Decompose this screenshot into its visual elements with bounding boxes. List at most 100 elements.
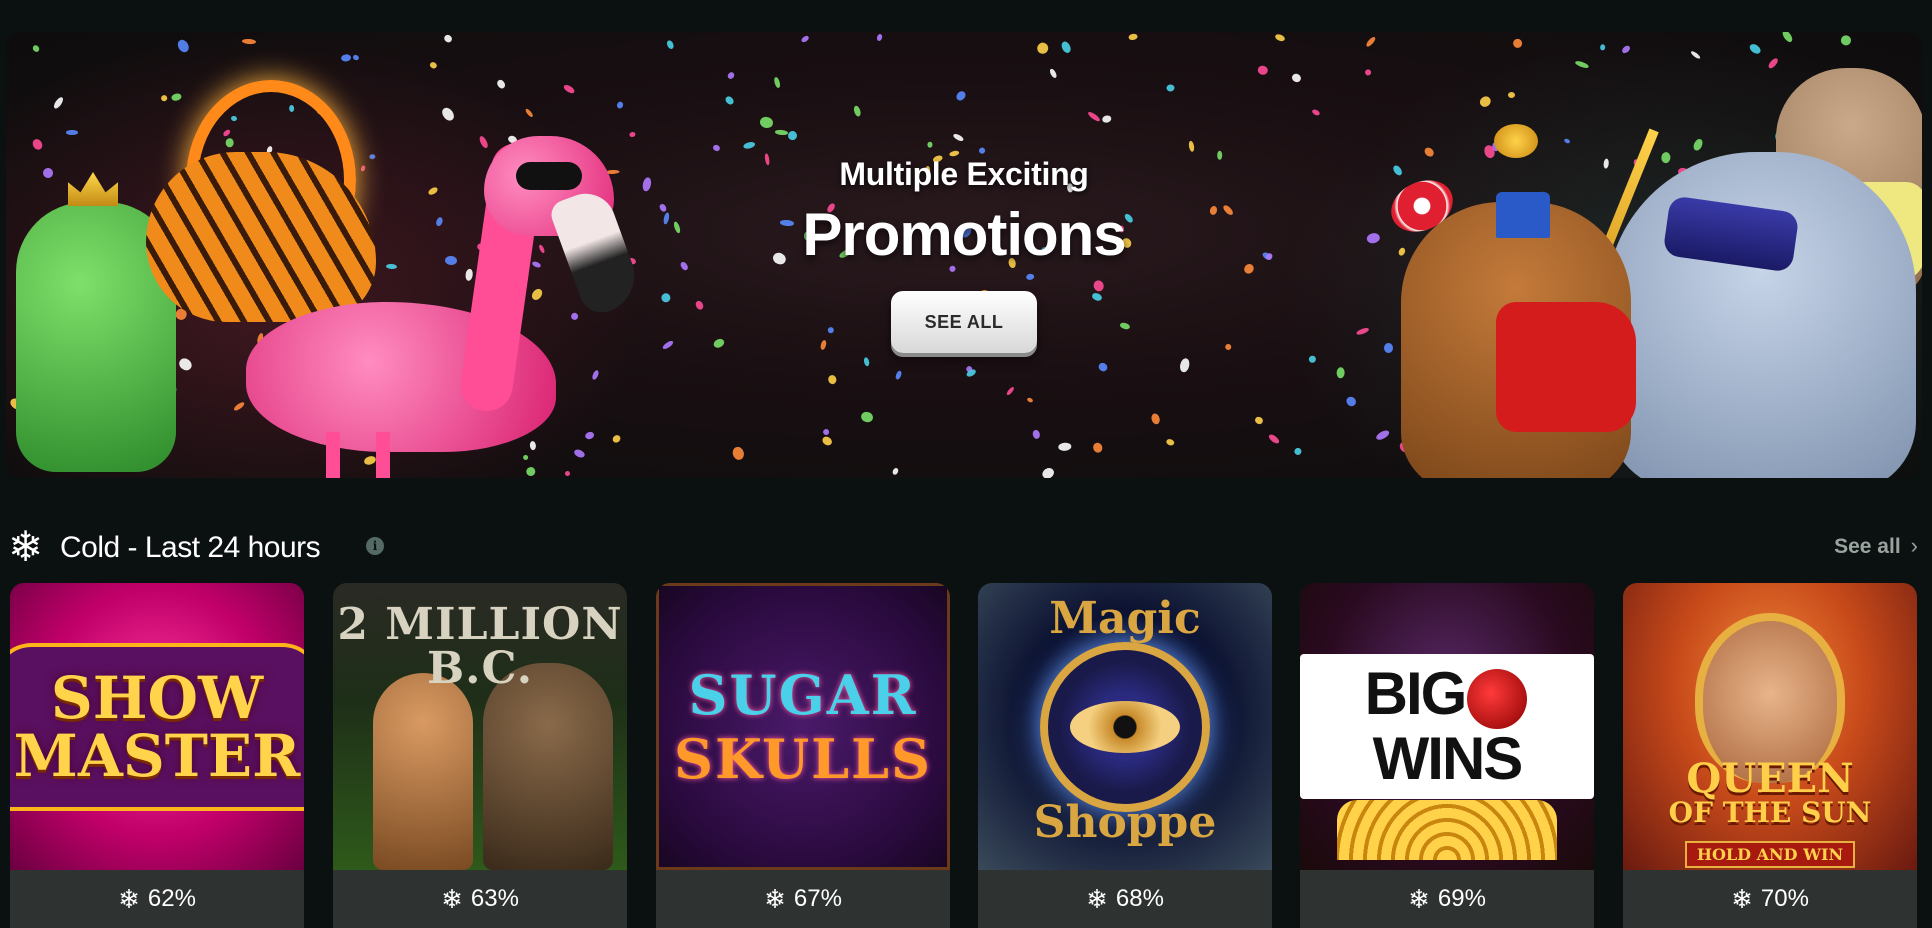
confetti-piece [1150, 411, 1162, 426]
flamingo-leg-illustration [326, 432, 340, 478]
game-subtitle: HOLD AND WIN [1684, 841, 1856, 868]
card-footer: ❄ 67% [656, 870, 950, 928]
confetti-piece [852, 104, 862, 117]
see-all-promotions-button[interactable]: SEE ALL [891, 291, 1037, 353]
caveman-illustration [483, 663, 613, 870]
cold-percentage: 69% [1437, 885, 1486, 912]
confetti-piece [758, 115, 774, 130]
game-card-big-wins[interactable]: BIGWINS ❄ 69% [1300, 583, 1594, 928]
game-title-line: MASTER [13, 721, 301, 790]
card-footer: ❄ 63% [333, 870, 627, 928]
confetti-piece [800, 35, 811, 44]
snowflake-icon: ❄ [118, 883, 140, 914]
confetti-piece [723, 95, 736, 107]
snowflake-icon: ❄ [764, 883, 786, 914]
confetti-piece [891, 466, 900, 476]
confetti-piece [876, 33, 884, 42]
game-title-line: WINS [1372, 724, 1524, 792]
game-card-show-master[interactable]: SHOW MASTER ❄ 62% [10, 583, 304, 928]
confetti-piece [819, 339, 828, 351]
confetti-piece [1025, 396, 1033, 403]
game-title-line: QUEEN [1686, 755, 1854, 802]
game-card-2-million-bc[interactable]: 2 MILLION B.C. ❄ 63% [333, 583, 627, 928]
confetti-piece [1035, 41, 1050, 56]
cavewoman-illustration [373, 673, 473, 870]
confetti-piece [978, 146, 987, 155]
confetti-piece [1256, 64, 1269, 76]
game-title-line: SKULLS [673, 726, 933, 791]
confetti-piece [694, 300, 706, 312]
game-title-line: SUGAR [688, 662, 918, 727]
cold-percentage: 67% [793, 885, 842, 912]
confetti-piece [1048, 67, 1059, 80]
chevron-right-icon: › [1910, 533, 1918, 558]
confetti-piece [661, 338, 675, 350]
game-cards-row: SHOW MASTER ❄ 62% 2 MILLION B.C. ❄ 63% S… [10, 583, 1922, 928]
confetti-piece [1092, 291, 1104, 302]
confetti-piece [826, 326, 835, 335]
confetti-piece [731, 445, 746, 462]
promotions-banner[interactable]: Multiple Exciting Promotions SEE ALL [6, 32, 1922, 478]
confetti-piece [1224, 342, 1233, 352]
game-title-line: Magic [1049, 593, 1201, 644]
game-thumbnail: QUEEN OF THE SUN HOLD AND WIN [1623, 583, 1917, 870]
cold-percentage: 62% [147, 885, 196, 912]
game-card-magic-shoppe[interactable]: Magic Shoppe ❄ 68% [978, 583, 1272, 928]
cold-percentage: 68% [1115, 885, 1164, 912]
confetti-piece [1101, 115, 1112, 124]
snowflake-icon: ❄ [441, 883, 463, 914]
game-card-queen-of-the-sun[interactable]: QUEEN OF THE SUN HOLD AND WIN ❄ 70% [1623, 583, 1917, 928]
game-card-sugar-skulls[interactable]: SUGAR SKULLS ❄ 67% [656, 583, 950, 928]
confetti-piece [742, 140, 757, 150]
section-title: Cold - Last 24 hours [60, 531, 321, 564]
see-all-label: See all [1834, 535, 1901, 558]
see-all-link[interactable]: See all › [1834, 533, 1918, 559]
confetti-piece [1128, 32, 1138, 41]
game-title: SHOW MASTER [10, 642, 304, 811]
eye-pupil [1070, 700, 1180, 753]
confetti-piece [927, 141, 933, 148]
card-footer: ❄ 62% [10, 870, 304, 928]
confetti-piece [774, 76, 782, 88]
confetti-piece [1092, 279, 1106, 294]
confetti-piece [1254, 415, 1265, 425]
snowflake-icon: ❄ [1731, 883, 1753, 914]
confetti-piece [954, 89, 968, 103]
confetti-piece [1057, 442, 1072, 452]
confetti-piece [1031, 428, 1041, 440]
game-thumbnail: 2 MILLION B.C. [333, 583, 627, 870]
confetti-piece [1025, 273, 1035, 281]
confetti-piece [1267, 433, 1281, 446]
snowflake-icon: ❄ [8, 523, 44, 570]
game-thumbnail: Magic Shoppe [978, 583, 1272, 870]
confetti-piece [1091, 442, 1104, 455]
cold-percentage: 70% [1760, 885, 1809, 912]
confetti-piece [1384, 342, 1393, 353]
confetti-piece [862, 356, 870, 367]
banner-subtitle: Multiple Exciting [839, 156, 1089, 192]
info-icon[interactable]: i [366, 537, 384, 555]
confetti-piece [665, 39, 676, 51]
cold-games-section-header: ❄ Cold - Last 24 hours i See all › [8, 525, 1924, 569]
game-title: BIGWINS [1300, 654, 1594, 799]
coin-illustration [1494, 124, 1538, 158]
game-title: SUGAR SKULLS [674, 668, 932, 786]
game-thumbnail: BIGWINS [1300, 583, 1594, 870]
confetti-piece [1119, 321, 1131, 330]
confetti-piece [894, 370, 903, 381]
apple-icon [1467, 668, 1528, 729]
confetti-piece [1164, 438, 1175, 447]
card-footer: ❄ 70% [1623, 870, 1917, 928]
cold-percentage: 63% [470, 885, 519, 912]
game-thumbnail: SHOW MASTER [10, 583, 304, 870]
confetti-piece [820, 434, 834, 448]
confetti-piece [659, 291, 673, 305]
game-title: QUEEN OF THE SUN [1669, 759, 1872, 827]
banner-title: Promotions [802, 201, 1126, 268]
confetti-piece [823, 428, 830, 435]
flamingo-leg-illustration [376, 432, 390, 478]
confetti-piece [827, 374, 838, 386]
confetti-piece [1178, 357, 1191, 374]
game-thumbnail: SUGAR SKULLS [656, 583, 950, 870]
confetti-piece [1039, 465, 1056, 478]
